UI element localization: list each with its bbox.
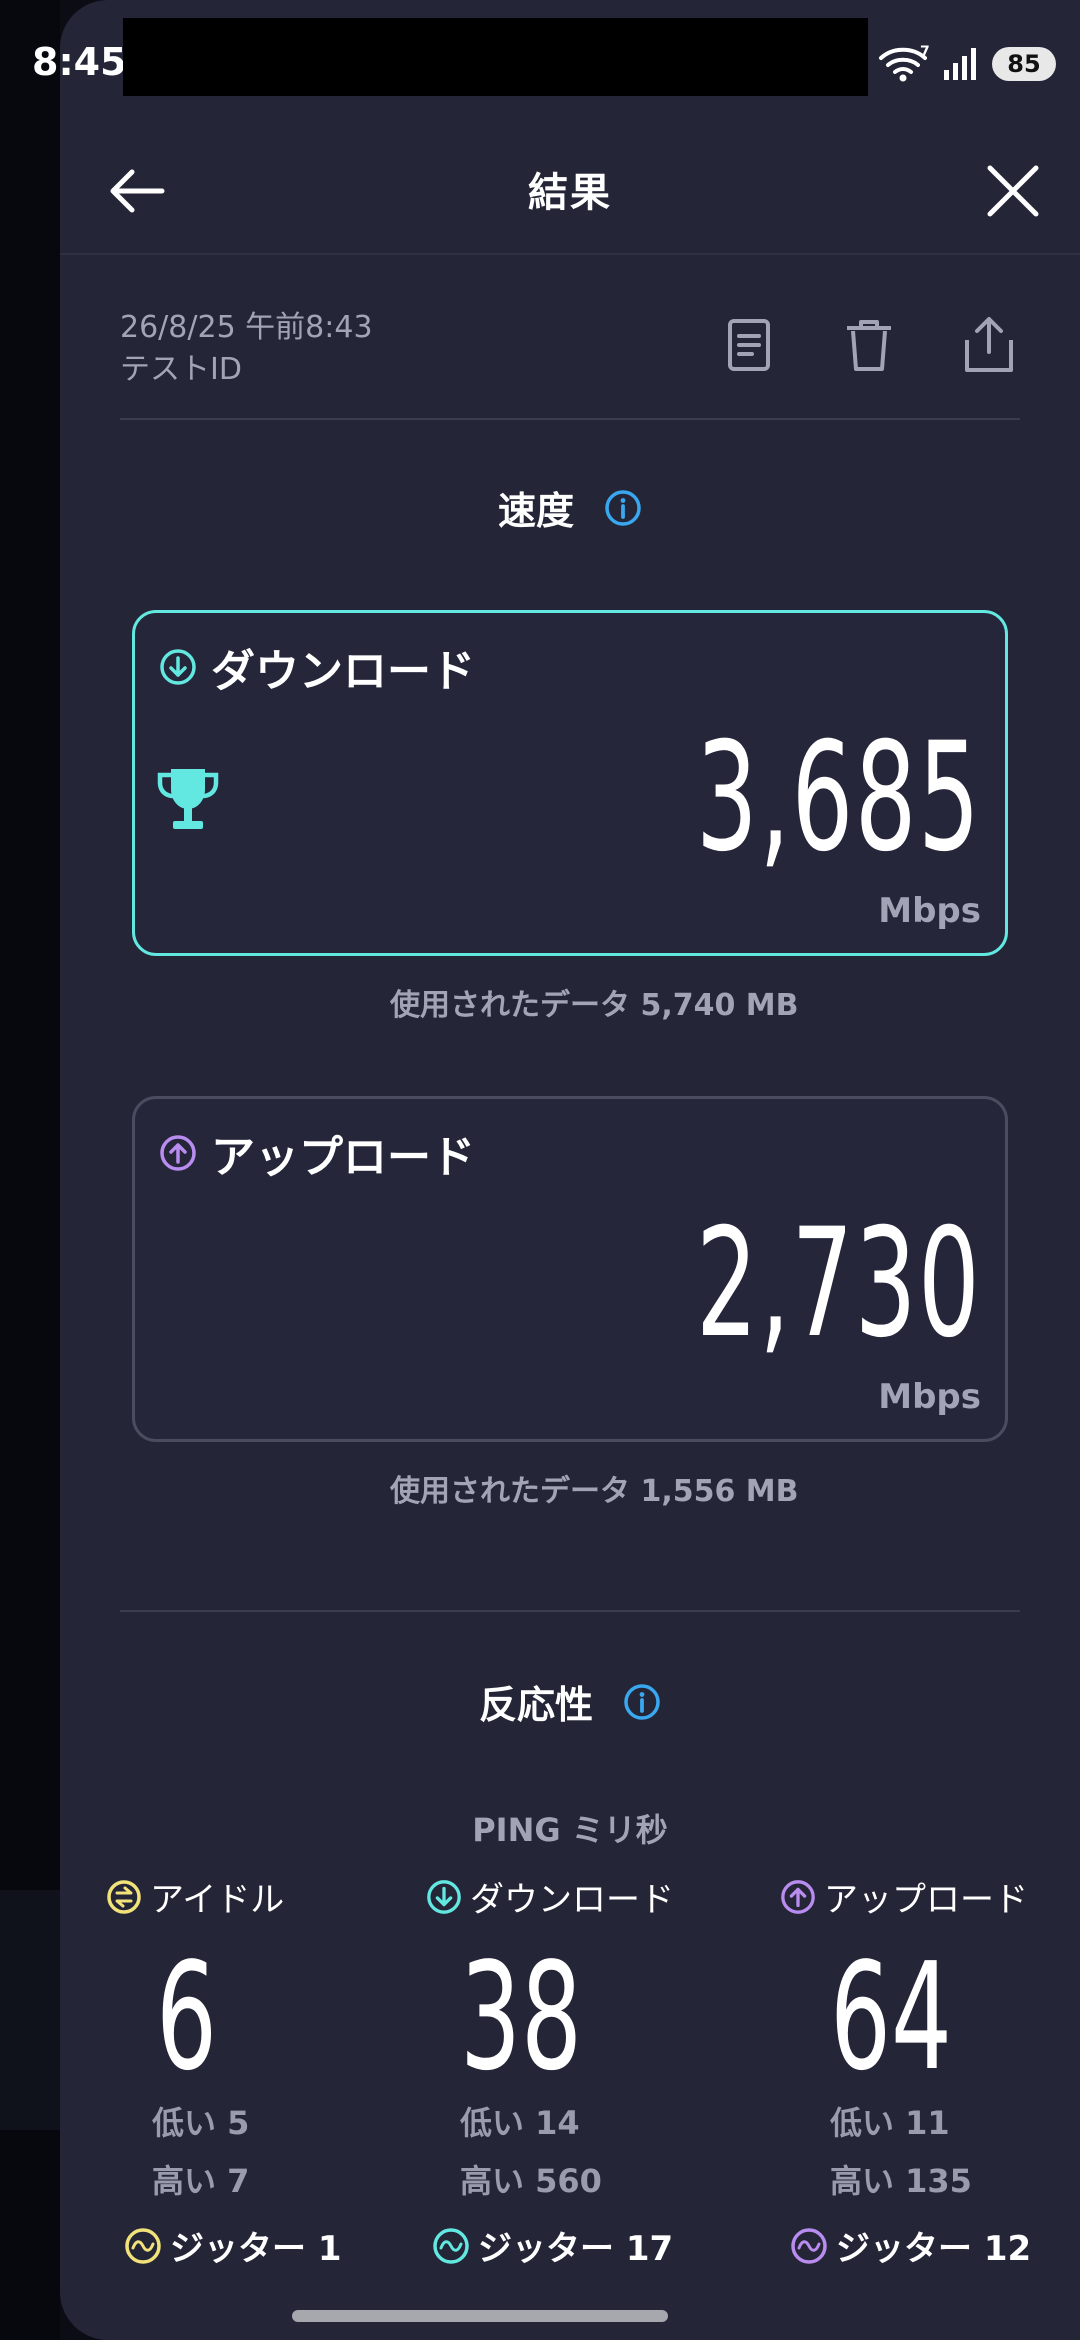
- ping-download-value: 38: [460, 1931, 582, 2103]
- jitter-icon: [791, 2227, 827, 2264]
- ping-upload-column: アップロード 64 低い 11 高い 135 ジッター 12: [780, 1872, 1080, 2270]
- details-button[interactable]: [718, 314, 780, 376]
- ping-idle-low: 低い 5: [152, 2104, 250, 2142]
- signal-icon: [944, 48, 976, 80]
- ping-idle-high: 高い 7: [152, 2162, 250, 2200]
- share-button[interactable]: [958, 314, 1020, 376]
- ping-download-column: ダウンロード 38 低い 14 高い 560 ジッター 17: [426, 1872, 726, 2270]
- ping-download-low: 低い 14: [460, 2104, 580, 2142]
- upload-speed-unit: Mbps: [878, 1377, 981, 1417]
- ping-title: PING ミリ秒: [472, 1811, 668, 1849]
- document-icon: [728, 319, 770, 371]
- redacted-area: [123, 18, 868, 96]
- info-icon[interactable]: [604, 489, 642, 527]
- upload-data-used: 使用されたデータ 1,556 MB: [390, 1474, 799, 1509]
- download-data-used: 使用されたデータ 5,740 MB: [390, 988, 799, 1023]
- upload-label-text: アップロード: [211, 1132, 475, 1183]
- delete-button[interactable]: [838, 314, 900, 376]
- ping-upload-low: 低い 11: [830, 2104, 950, 2142]
- test-id: テストID: [120, 352, 242, 387]
- battery-indicator: 85: [992, 47, 1056, 81]
- wifi-icon: 7: [879, 44, 930, 82]
- upload-card: アップロード 2,730 Mbps: [132, 1096, 1008, 1442]
- speed-section-title: 速度: [60, 480, 1080, 535]
- arrow-up-circle-icon: [781, 1879, 815, 1914]
- share-icon: [965, 317, 1013, 372]
- results-sheet: 結果 26/8/25 午前8:43 テストID 速度 ダウンロード 3,685 …: [60, 0, 1080, 2340]
- ping-idle-header: アイドル: [106, 1872, 406, 1921]
- trash-icon: [847, 320, 891, 371]
- ping-download-jitter: ジッター 17: [432, 2221, 726, 2270]
- speed-title-text: 速度: [497, 489, 574, 533]
- upload-speed-value: 2,730: [695, 1197, 981, 1371]
- download-speed-unit: Mbps: [878, 891, 981, 931]
- ping-upload-high: 高い 135: [830, 2162, 972, 2200]
- ping-download-header: ダウンロード: [426, 1872, 726, 1921]
- ping-upload-jitter-text: ジッター 12: [836, 2229, 1032, 2269]
- ping-upload-jitter: ジッター 12: [790, 2221, 1080, 2270]
- section-divider: [120, 1610, 1020, 1612]
- ping-idle-label: アイドル: [150, 1880, 285, 1920]
- ping-download-jitter-text: ジッター 17: [478, 2229, 674, 2269]
- close-icon: [987, 165, 1039, 217]
- ping-download-high: 高い 560: [460, 2162, 602, 2200]
- meta-actions: [718, 314, 1020, 376]
- status-icons: 7 85: [878, 38, 1056, 90]
- trophy-icon: [157, 769, 219, 829]
- ping-upload-header: アップロード: [780, 1872, 1080, 1921]
- status-time: 8:45: [32, 40, 127, 84]
- ping-idle-column: アイドル 6 低い 5 高い 7 ジッター 1: [106, 1872, 406, 2270]
- ping-idle-jitter-text: ジッター 1: [170, 2229, 342, 2269]
- ping-upload-value: 64: [830, 1931, 952, 2103]
- test-meta: 26/8/25 午前8:43 テストID: [120, 300, 1020, 420]
- ping-idle-jitter: ジッター 1: [124, 2221, 406, 2270]
- close-button[interactable]: [978, 156, 1048, 226]
- ping-upload-label: アップロード: [824, 1880, 1028, 1920]
- download-speed-value: 3,685: [695, 711, 981, 885]
- arrow-down-circle-icon: [160, 649, 196, 685]
- status-bar: 8:45 7 85: [0, 0, 1080, 130]
- arrow-up-circle-icon: [160, 1135, 196, 1171]
- download-label-text: ダウンロード: [211, 646, 475, 697]
- idle-icon: [107, 1879, 141, 1914]
- ping-download-label: ダウンロード: [470, 1880, 674, 1920]
- test-date: 26/8/25 午前8:43: [120, 310, 373, 345]
- responsiveness-title-text: 反応性: [478, 1683, 593, 1727]
- download-label: ダウンロード: [159, 635, 475, 699]
- jitter-icon: [433, 2227, 469, 2264]
- page-title: 結果: [528, 170, 612, 216]
- top-bar: 結果: [60, 130, 1080, 255]
- wifi-badge: 7: [920, 44, 930, 60]
- download-card: ダウンロード 3,685 Mbps: [132, 610, 1008, 956]
- upload-label: アップロード: [159, 1121, 475, 1185]
- info-icon[interactable]: [623, 1683, 661, 1721]
- background-app-edge-block: [0, 1890, 60, 2130]
- ping-idle-value: 6: [156, 1931, 217, 2103]
- home-indicator[interactable]: [292, 2310, 668, 2322]
- arrow-down-circle-icon: [427, 1879, 461, 1914]
- responsiveness-section-title: 反応性: [60, 1674, 1080, 1729]
- jitter-icon: [125, 2227, 161, 2264]
